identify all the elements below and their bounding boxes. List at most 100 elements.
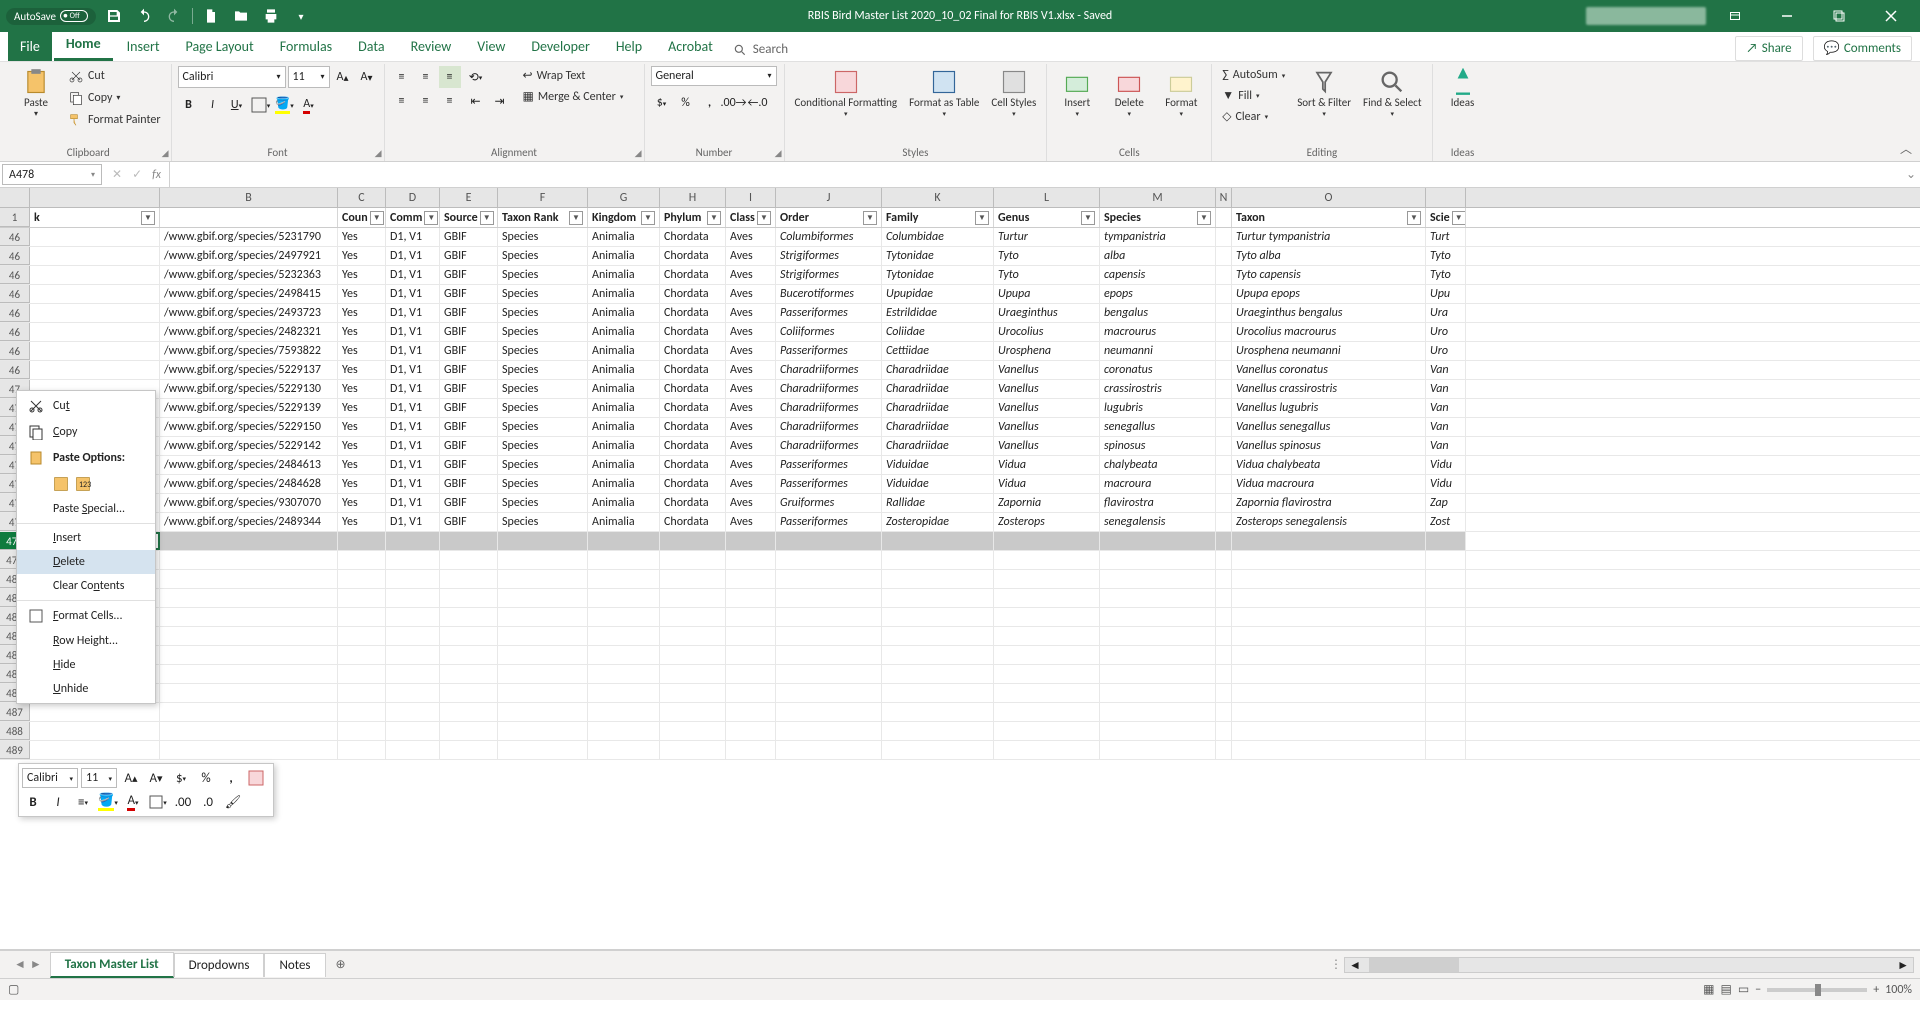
align-middle-icon[interactable]: ≡: [415, 66, 437, 88]
data-cell[interactable]: Chordata: [660, 323, 726, 341]
data-cell[interactable]: /www.gbif.org/species/2498415: [160, 285, 338, 303]
data-cell[interactable]: Chordata: [660, 494, 726, 512]
data-cell[interactable]: Aves: [726, 475, 776, 493]
zoom-level[interactable]: 100%: [1885, 983, 1912, 997]
empty-cell[interactable]: [498, 570, 588, 588]
sheet-nav-next-icon[interactable]: ►: [30, 957, 42, 972]
data-cell[interactable]: Chordata: [660, 304, 726, 322]
fx-enter-icon[interactable]: ✓: [132, 167, 142, 182]
percent-format-icon[interactable]: %: [675, 92, 697, 114]
data-cell[interactable]: /www.gbif.org/species/2484628: [160, 475, 338, 493]
empty-cell[interactable]: [498, 627, 588, 645]
data-cell[interactable]: Aves: [726, 228, 776, 246]
filter-dropdown-icon[interactable]: ▼: [1081, 211, 1095, 225]
data-cell[interactable]: Vanellus: [994, 418, 1100, 436]
account-name[interactable]: [1586, 7, 1706, 25]
comments-button[interactable]: 💬Comments: [1813, 36, 1912, 61]
data-cell[interactable]: Yes: [338, 475, 386, 493]
empty-cell[interactable]: [440, 551, 498, 569]
decrease-font-icon[interactable]: A▾: [356, 66, 378, 88]
empty-cell[interactable]: [882, 589, 994, 607]
data-cell[interactable]: Zapornia flavirostra: [1232, 494, 1426, 512]
data-cell[interactable]: Passeriformes: [776, 342, 882, 360]
data-cell[interactable]: Yes: [338, 342, 386, 360]
data-cell[interactable]: GBIF: [440, 494, 498, 512]
data-cell[interactable]: Chordata: [660, 513, 726, 531]
data-cell[interactable]: Species: [498, 323, 588, 341]
empty-cell[interactable]: [440, 665, 498, 683]
data-cell[interactable]: Viduidae: [882, 456, 994, 474]
empty-cell[interactable]: [386, 551, 440, 569]
data-cell[interactable]: Tytonidae: [882, 247, 994, 265]
data-cell[interactable]: Uraeginthus: [994, 304, 1100, 322]
data-cell[interactable]: Uro: [1426, 323, 1466, 341]
mini-font-size[interactable]: 11▾: [81, 768, 117, 788]
data-cell[interactable]: Passeriformes: [776, 456, 882, 474]
data-cell[interactable]: coronatus: [1100, 361, 1216, 379]
data-cell[interactable]: GBIF: [440, 247, 498, 265]
empty-cell[interactable]: [776, 589, 882, 607]
data-cell[interactable]: Vanellus lugubris: [1232, 399, 1426, 417]
fill-color-button[interactable]: 🪣▾: [274, 94, 296, 116]
bold-button[interactable]: B: [178, 94, 200, 116]
data-cell[interactable]: Species: [498, 361, 588, 379]
empty-cell[interactable]: [1232, 722, 1426, 740]
tell-me-search[interactable]: Search: [727, 38, 794, 61]
empty-cell[interactable]: [1232, 551, 1426, 569]
data-cell[interactable]: Vidua macroura: [1232, 475, 1426, 493]
alignment-dialog-launcher[interactable]: ◢: [635, 148, 642, 159]
view-page-layout-icon[interactable]: ▤: [1721, 982, 1732, 997]
ctx-copy[interactable]: Copy: [17, 419, 155, 445]
empty-cell[interactable]: [882, 627, 994, 645]
record-macro-icon[interactable]: ▢: [8, 982, 19, 997]
ideas-button[interactable]: Ideas: [1439, 66, 1487, 111]
empty-cell[interactable]: [498, 722, 588, 740]
data-cell[interactable]: D1, V1: [386, 494, 440, 512]
insert-cells-button[interactable]: Insert▾: [1053, 66, 1101, 120]
data-cell[interactable]: [1216, 285, 1232, 303]
decrease-indent-icon[interactable]: ⇤: [465, 90, 487, 112]
empty-cell[interactable]: [776, 741, 882, 759]
italic-button[interactable]: I: [202, 94, 224, 116]
data-cell[interactable]: Chordata: [660, 418, 726, 436]
empty-cell[interactable]: [994, 646, 1100, 664]
data-cell[interactable]: GBIF: [440, 399, 498, 417]
empty-cell[interactable]: [660, 589, 726, 607]
empty-cell[interactable]: [588, 722, 660, 740]
data-cell[interactable]: /www.gbif.org/species/5229150: [160, 418, 338, 436]
empty-cell[interactable]: [386, 608, 440, 626]
empty-cell[interactable]: [776, 703, 882, 721]
autosave-toggle[interactable]: AutoSave ● Off: [6, 8, 96, 25]
empty-cell[interactable]: [660, 665, 726, 683]
data-cell[interactable]: Aves: [726, 418, 776, 436]
empty-cell[interactable]: [1100, 627, 1216, 645]
tab-insert[interactable]: Insert: [115, 32, 172, 61]
data-cell[interactable]: Cettiidae: [882, 342, 994, 360]
align-center-icon[interactable]: ≡: [415, 90, 437, 112]
empty-cell[interactable]: [498, 646, 588, 664]
data-cell[interactable]: /www.gbif.org/species/2493723: [160, 304, 338, 322]
data-cell[interactable]: Vanellus spinosus: [1232, 437, 1426, 455]
cut-button[interactable]: Cut: [64, 66, 165, 86]
print-icon[interactable]: [259, 4, 283, 28]
data-cell[interactable]: Tyto alba: [1232, 247, 1426, 265]
data-cell[interactable]: [1216, 494, 1232, 512]
empty-cell[interactable]: [1426, 570, 1466, 588]
data-cell[interactable]: Charadriiformes: [776, 380, 882, 398]
empty-cell[interactable]: [160, 665, 338, 683]
empty-cell[interactable]: [160, 684, 338, 702]
data-cell[interactable]: Vidua: [994, 475, 1100, 493]
data-cell[interactable]: flavirostra: [1100, 494, 1216, 512]
data-cell[interactable]: Zosterops: [994, 513, 1100, 531]
filter-dropdown-icon[interactable]: ▼: [480, 211, 494, 225]
data-cell[interactable]: [1216, 342, 1232, 360]
data-cell[interactable]: GBIF: [440, 380, 498, 398]
data-cell[interactable]: Charadriidae: [882, 418, 994, 436]
data-cell[interactable]: Strigiformes: [776, 247, 882, 265]
data-cell[interactable]: Urocolius: [994, 323, 1100, 341]
format-painter-button[interactable]: Format Painter: [64, 110, 165, 130]
data-cell[interactable]: GBIF: [440, 228, 498, 246]
empty-cell[interactable]: [1100, 722, 1216, 740]
data-cell[interactable]: Charadriidae: [882, 361, 994, 379]
data-cell[interactable]: Yes: [338, 494, 386, 512]
